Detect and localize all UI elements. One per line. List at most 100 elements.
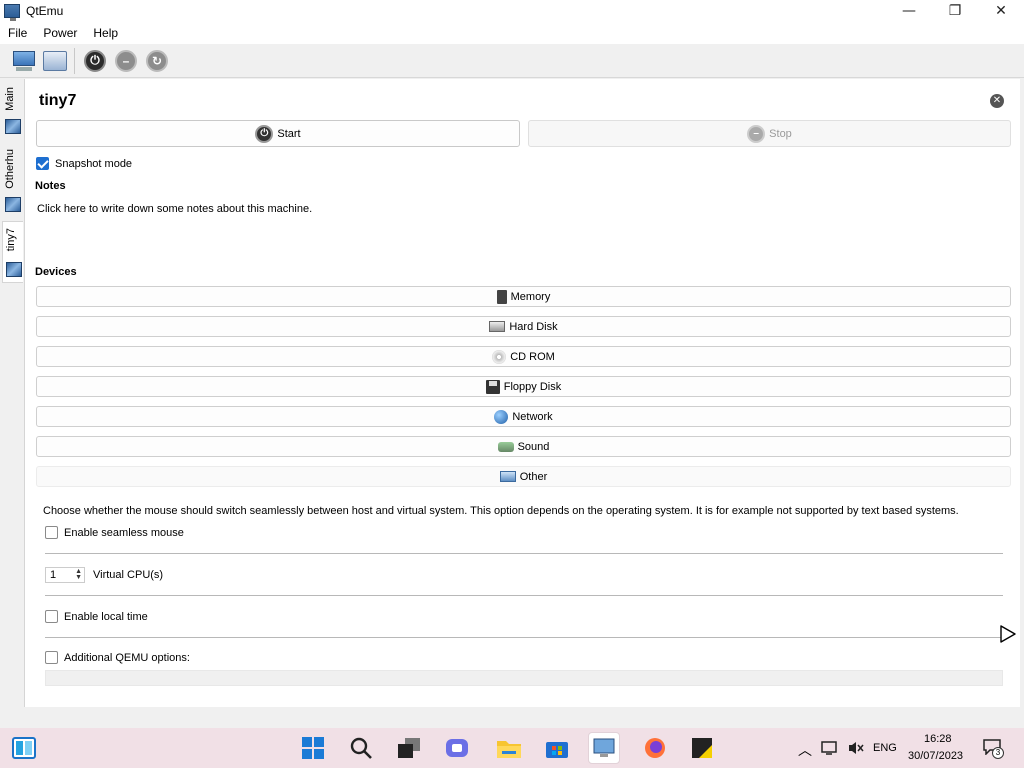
network-globe-icon [494,409,509,424]
qtemu-taskbar-button[interactable] [588,732,620,764]
sticky-notes-icon [692,738,712,758]
divider [45,637,1003,638]
device-network-button[interactable]: Network [36,406,1011,427]
sound-card-icon [497,441,514,452]
notification-badge: 3 [992,747,1004,759]
devices-title: Devices [35,266,77,278]
menu-file[interactable]: File [0,26,35,40]
language-indicator[interactable]: ENG [873,742,897,754]
divider [45,595,1003,596]
search-icon [350,737,372,759]
tab-tiny7-label: tiny7 [5,228,17,252]
seamless-mouse-checkbox[interactable] [45,526,58,539]
device-memory-button[interactable]: Memory [36,286,1011,307]
local-time-checkbox[interactable] [45,610,58,623]
toolbar-start-button[interactable]: ⏻ [81,47,109,75]
monitor-icon [12,50,36,71]
notes-title: Notes [35,180,66,192]
machine-folder-icon [43,50,67,71]
localtime-row: Enable local time [45,610,148,623]
close-window-button[interactable]: ✕ [978,0,1024,22]
toolbar-restart-button[interactable]: ↻ [143,47,171,75]
chat-icon [446,739,468,757]
hard-disk-icon [489,321,506,332]
memory-icon [496,289,507,304]
tab-main[interactable]: Main [2,79,23,143]
widgets-button[interactable] [8,732,40,764]
machine-tabs: Main Otherhu tiny7 [0,79,24,707]
device-label: Memory [510,290,551,303]
floppy-disk-icon [485,379,500,394]
folder-icon [497,741,521,758]
menu-power[interactable]: Power [35,26,85,40]
windows-logo-icon [302,737,324,759]
mouse-cursor-icon [1000,625,1016,643]
search-button[interactable] [345,732,377,764]
sticky-notes-button[interactable] [686,732,718,764]
stop-button[interactable]: – Stop [528,120,1011,147]
machine-panel: tiny7 ✕ ⏻ Start – Stop Snapshot mode Not… [24,79,1020,707]
cpu-label: Virtual CPU(s) [93,569,164,581]
device-label: Sound [517,440,550,453]
notes-area[interactable]: Click here to write down some notes abou… [37,203,312,215]
network-display-icon[interactable] [821,740,839,756]
restart-icon: ↻ [146,49,168,72]
tab-otherhu[interactable]: Otherhu [2,143,23,219]
taskbar: ︿ ENG 16:28 30/07/2023 3 [0,728,1024,768]
tab-otherhu-label: Otherhu [4,149,16,189]
power-off-icon: – [747,124,766,143]
clock-date[interactable]: 30/07/2023 [908,750,963,762]
close-tab-icon[interactable]: ✕ [990,94,1004,108]
notification-center-button[interactable]: 3 [983,739,1004,759]
cpu-row: 1 ▲ ▼ Virtual CPU(s) [45,567,163,583]
start-button[interactable]: ⏻ Start [36,120,520,147]
volume-muted-icon[interactable] [847,740,865,756]
window-title: QtEmu [26,4,64,18]
machine-icon [5,197,21,212]
seamless-row: Enable seamless mouse [45,526,184,539]
machine-icon [6,262,22,277]
clock-time[interactable]: 16:28 [924,733,952,745]
tab-tiny7[interactable]: tiny7 [2,221,23,283]
open-machine-button[interactable] [41,47,69,75]
minimize-button[interactable]: — [886,0,932,22]
new-machine-button[interactable] [10,47,38,75]
device-label: Network [512,410,553,423]
device-label: Hard Disk [509,320,558,333]
cd-rom-icon [492,349,507,364]
device-cdrom-button[interactable]: CD ROM [36,346,1011,367]
device-floppy-button[interactable]: Floppy Disk [36,376,1011,397]
toolbar-separator [74,47,75,74]
qemu-options-checkbox[interactable] [45,651,58,664]
title-bar: QtEmu — ❐ ✕ [0,0,1024,22]
power-on-icon: ⏻ [255,124,274,143]
other-device-icon [499,471,516,482]
device-harddisk-button[interactable]: Hard Disk [36,316,1011,337]
teams-chat-button[interactable] [441,732,473,764]
snapshot-row: Snapshot mode [36,157,132,170]
device-other-button[interactable]: Other [36,466,1011,487]
menu-bar: File Power Help [0,22,1024,44]
start-menu-button[interactable] [297,732,329,764]
monitor-icon [593,738,615,757]
task-view-button[interactable] [393,732,425,764]
task-view-icon [398,738,420,758]
qemu-options-input[interactable] [45,670,1003,686]
cpu-spinbox[interactable]: 1 ▲ ▼ [45,567,85,583]
device-sound-button[interactable]: Sound [36,436,1011,457]
snapshot-checkbox[interactable] [36,157,49,170]
machine-title: tiny7 [39,92,77,109]
qemu-options-row: Additional QEMU options: [45,651,190,664]
toolbar-stop-button[interactable]: – [112,47,140,75]
file-explorer-button[interactable] [493,732,525,764]
spin-arrows-icon[interactable]: ▲ ▼ [75,568,82,581]
localtime-label: Enable local time [64,610,148,623]
tab-main-label: Main [4,87,16,111]
toolbar: ⏻ – ↻ [0,44,1024,78]
store-button[interactable] [541,732,573,764]
restore-button[interactable]: ❐ [932,0,978,22]
menu-help[interactable]: Help [85,26,126,40]
firefox-button[interactable] [639,732,671,764]
power-off-icon: – [115,49,137,72]
show-hidden-icons-icon[interactable]: ︿ [798,740,812,760]
